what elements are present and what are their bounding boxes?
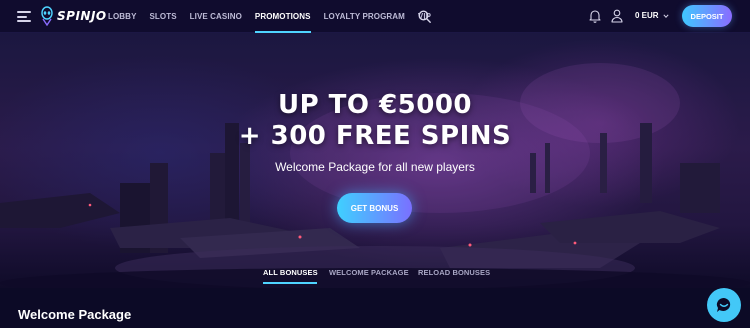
tab-all-bonuses[interactable]: ALL BONUSES	[263, 268, 318, 277]
deposit-button[interactable]: DEPOSIT	[682, 5, 732, 27]
user-icon[interactable]	[611, 9, 623, 23]
bell-icon[interactable]	[589, 9, 601, 23]
hero-title-line-2: + 300 FREE SPINS	[238, 121, 512, 151]
nav-item-lobby[interactable]: LOBBY	[108, 0, 137, 33]
top-navigation-bar: SPINJO LOBBY SLOTS LIVE CASINO PROMOTION…	[0, 0, 750, 33]
nav-item-slots[interactable]: SLOTS	[150, 0, 177, 33]
balance-dropdown[interactable]: 0 EUR	[635, 11, 669, 20]
active-tab-indicator	[263, 282, 317, 284]
nav-item-loyalty-program[interactable]: LOYALTY PROGRAM	[324, 0, 405, 33]
tab-welcome-package[interactable]: WELCOME PACKAGE	[329, 268, 409, 277]
chevron-down-icon	[662, 13, 669, 18]
logo-text: SPINJO	[57, 9, 107, 23]
hero-title-line-1: UP TO €5000	[277, 90, 473, 120]
logo-alien-icon	[41, 6, 53, 26]
search-icon[interactable]	[418, 10, 431, 23]
logo[interactable]: SPINJO	[40, 5, 107, 27]
tab-reload-bonuses[interactable]: RELOAD BONUSES	[418, 268, 490, 277]
section-title: Welcome Package	[18, 307, 132, 322]
chat-icon	[716, 297, 731, 312]
live-chat-button[interactable]	[707, 288, 741, 322]
nav-item-promotions[interactable]: PROMOTIONS	[254, 0, 311, 33]
hero-banner: UP TO €5000 + 300 FREE SPINS Welcome Pac…	[0, 33, 750, 288]
main-nav: LOBBY SLOTS LIVE CASINO PROMOTIONS LOYAL…	[108, 0, 444, 33]
nav-item-live-casino[interactable]: LIVE CASINO	[190, 0, 242, 33]
balance-value: 0 EUR	[635, 11, 659, 20]
get-bonus-button[interactable]: GET BONUS	[337, 193, 412, 223]
hero-subtitle: Welcome Package for all new players	[275, 160, 475, 174]
menu-icon[interactable]	[17, 11, 31, 22]
bonus-tabs: ALL BONUSES WELCOME PACKAGE RELOAD BONUS…	[0, 262, 750, 288]
